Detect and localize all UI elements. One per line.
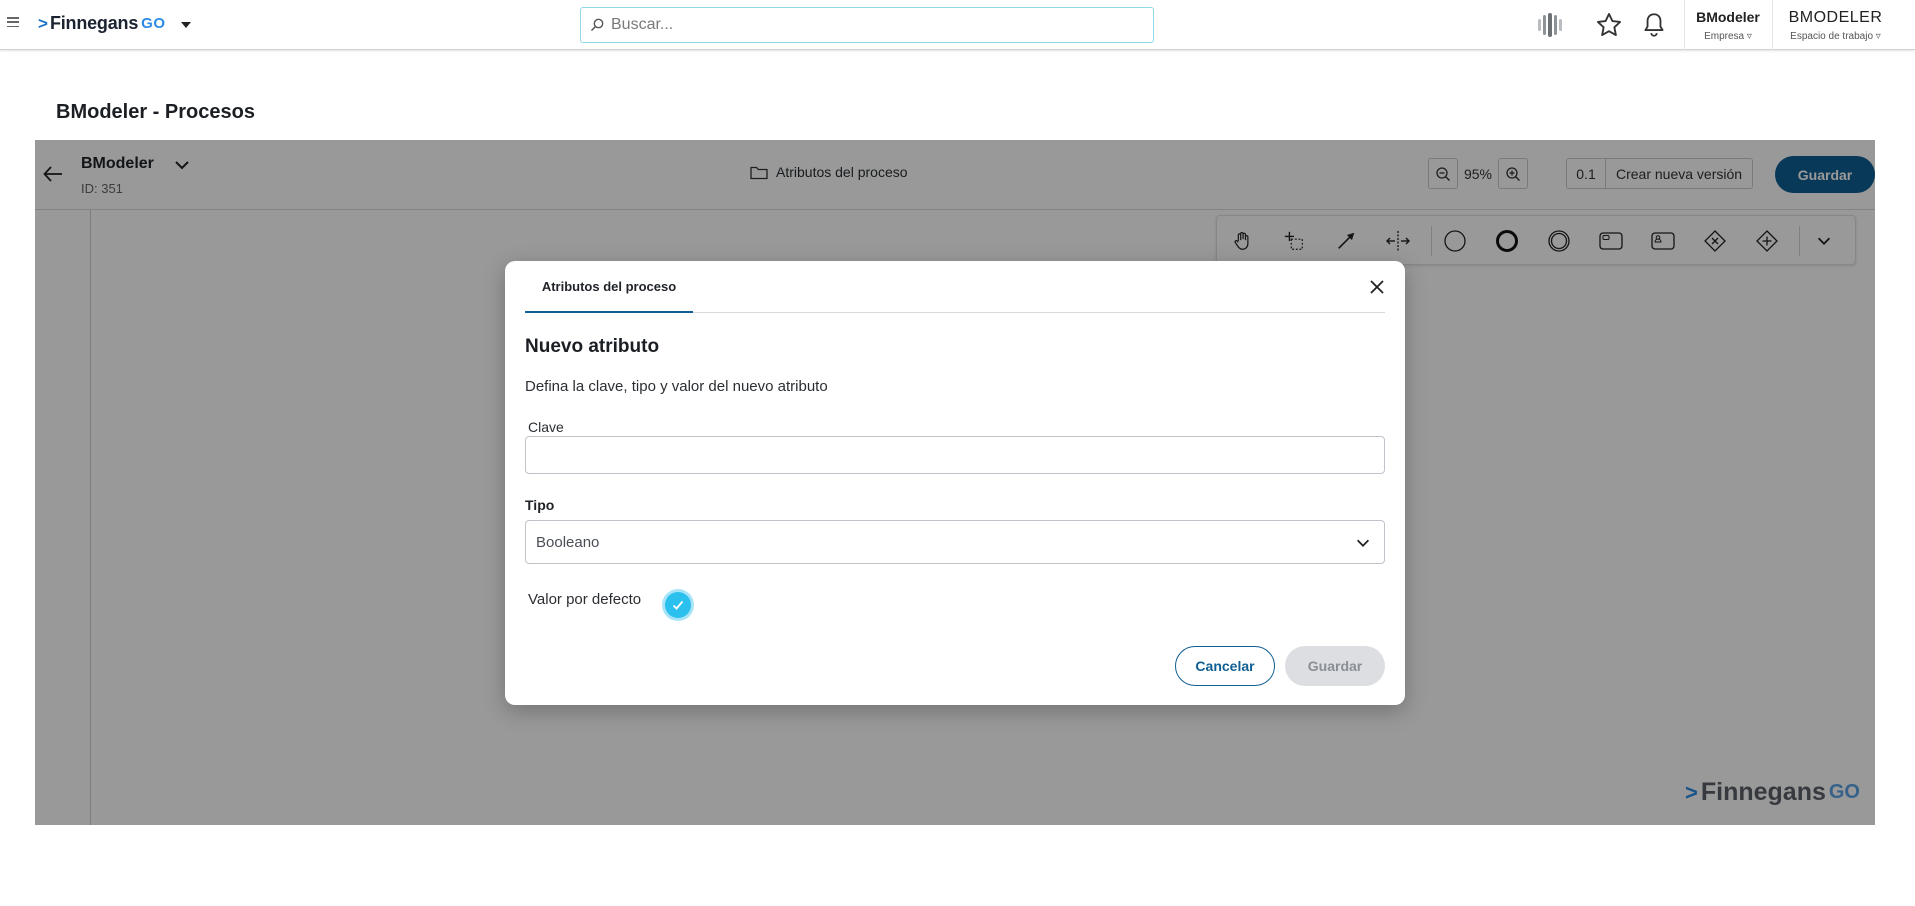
close-icon[interactable]: [1367, 277, 1387, 297]
search-input[interactable]: [611, 16, 1131, 34]
key-input[interactable]: [525, 436, 1385, 474]
logo-chevron-icon: >: [38, 13, 48, 33]
default-value-checkbox[interactable]: [665, 592, 691, 618]
checkmark-icon: [672, 600, 684, 610]
logo-name: Finnegans: [49, 13, 139, 33]
type-label: Tipo: [525, 497, 555, 513]
save-button[interactable]: Guardar: [1285, 646, 1385, 686]
type-select[interactable]: Booleano: [525, 520, 1385, 564]
topbar-divider: [1684, 0, 1685, 50]
notifications-bell-icon[interactable]: [1639, 11, 1669, 39]
company-label: Empresa ▿: [1704, 31, 1752, 42]
app-switcher-caret-icon[interactable]: [181, 22, 191, 28]
dialog-tabs: Atributos del proceso: [525, 261, 1385, 313]
page-title: BModeler - Procesos: [56, 101, 255, 123]
company-name: BModeler: [1696, 9, 1760, 25]
new-attribute-dialog: Atributos del proceso Nuevo atributo Def…: [505, 261, 1405, 705]
default-value-label: Valor por defecto: [528, 591, 642, 608]
apps-icon[interactable]: [1535, 11, 1565, 39]
key-label: Clave: [528, 419, 564, 435]
logo-suffix: GO: [141, 15, 166, 32]
chevron-down-icon: [1356, 539, 1370, 547]
type-select-value: Booleano: [536, 533, 600, 551]
tab-process-attributes[interactable]: Atributos del proceso: [525, 261, 693, 313]
top-bar: > Finnegans GO BModeler Empresa: [0, 0, 1915, 50]
company-selector[interactable]: BModeler Empresa ▿: [1689, 9, 1767, 42]
app-logo[interactable]: > Finnegans GO: [38, 13, 166, 34]
workspace-label: Espacio de trabajo ▿: [1790, 31, 1881, 42]
dialog-description: Defina la clave, tipo y valor del nuevo …: [525, 378, 828, 395]
search-icon: [590, 18, 604, 32]
favorites-star-icon[interactable]: [1594, 11, 1624, 39]
search-bar: [580, 7, 1154, 43]
workspace-selector[interactable]: BMODELER Espacio de trabajo ▿: [1778, 9, 1893, 42]
hamburger-menu-icon[interactable]: [7, 17, 19, 27]
cancel-button[interactable]: Cancelar: [1175, 646, 1275, 686]
workspace-name: BMODELER: [1788, 9, 1883, 26]
dialog-heading: Nuevo atributo: [525, 336, 660, 357]
topbar-divider: [1772, 0, 1773, 50]
